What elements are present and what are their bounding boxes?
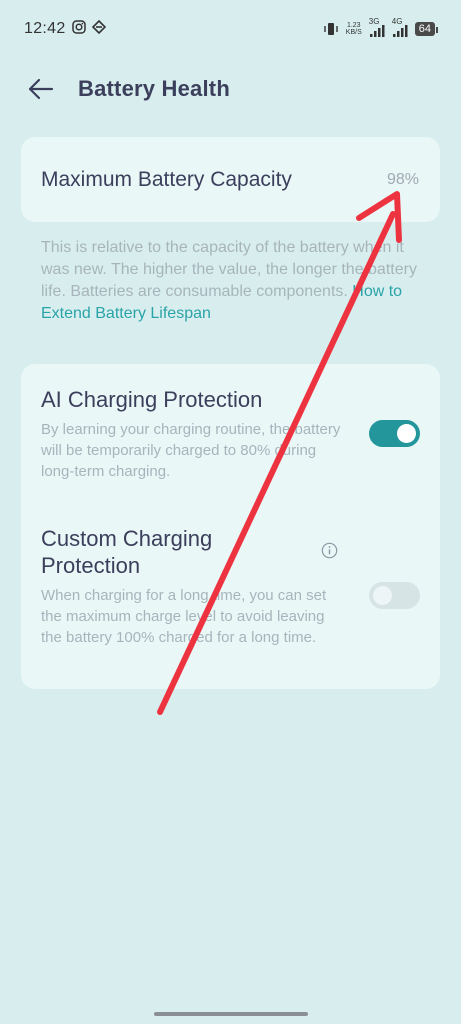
charging-protection-card: AI Charging Protection By learning your … <box>21 364 440 689</box>
network-type-4g: 4G <box>391 17 403 26</box>
signal-bars-icon <box>392 25 408 37</box>
network-speed-unit: KB/S <box>345 29 362 36</box>
battery-level-badge: 64 <box>414 22 439 36</box>
vibrate-icon <box>324 23 338 35</box>
toggle-knob <box>373 586 392 605</box>
status-system-icons: 1.23 KB/S 3G 4G 64 <box>323 17 439 38</box>
home-indicator[interactable] <box>154 1012 308 1016</box>
toggle-knob <box>397 424 416 443</box>
ai-charging-protection-toggle[interactable] <box>369 420 420 447</box>
app-notification-icon <box>92 20 106 34</box>
app-header: Battery Health <box>0 66 461 114</box>
signal-bars-icon <box>369 25 385 37</box>
network-speed: 1.23 KB/S <box>346 22 362 36</box>
ai-charging-protection-description: By learning your charging routine, the b… <box>41 421 341 480</box>
signal-4g: 4G <box>391 17 408 38</box>
status-time: 12:42 <box>24 20 66 37</box>
status-notification-icons <box>72 20 106 34</box>
network-type-3g: 3G <box>368 17 380 26</box>
instagram-icon <box>72 20 86 34</box>
custom-charging-protection-description: When charging for a long time, you can s… <box>41 587 327 646</box>
battery-capacity-card: Maximum Battery Capacity 98% <box>21 137 440 222</box>
custom-charging-protection-title: Custom Charging Protection <box>41 526 213 578</box>
capacity-label: Maximum Battery Capacity <box>41 168 292 191</box>
page-title: Battery Health <box>78 76 230 101</box>
capacity-description: This is relative to the capacity of the … <box>41 237 421 325</box>
custom-charging-protection-toggle[interactable] <box>369 582 420 609</box>
info-icon[interactable] <box>321 542 338 559</box>
status-bar: 12:42 1.23 KB/S 3G 4G 64 <box>0 0 461 60</box>
capacity-value: 98% <box>386 171 419 188</box>
signal-3g: 3G <box>368 17 385 38</box>
ai-charging-protection-title: AI Charging Protection <box>41 387 263 412</box>
network-speed-value: 1.23 <box>346 22 361 29</box>
arrow-left-icon[interactable] <box>26 74 56 104</box>
